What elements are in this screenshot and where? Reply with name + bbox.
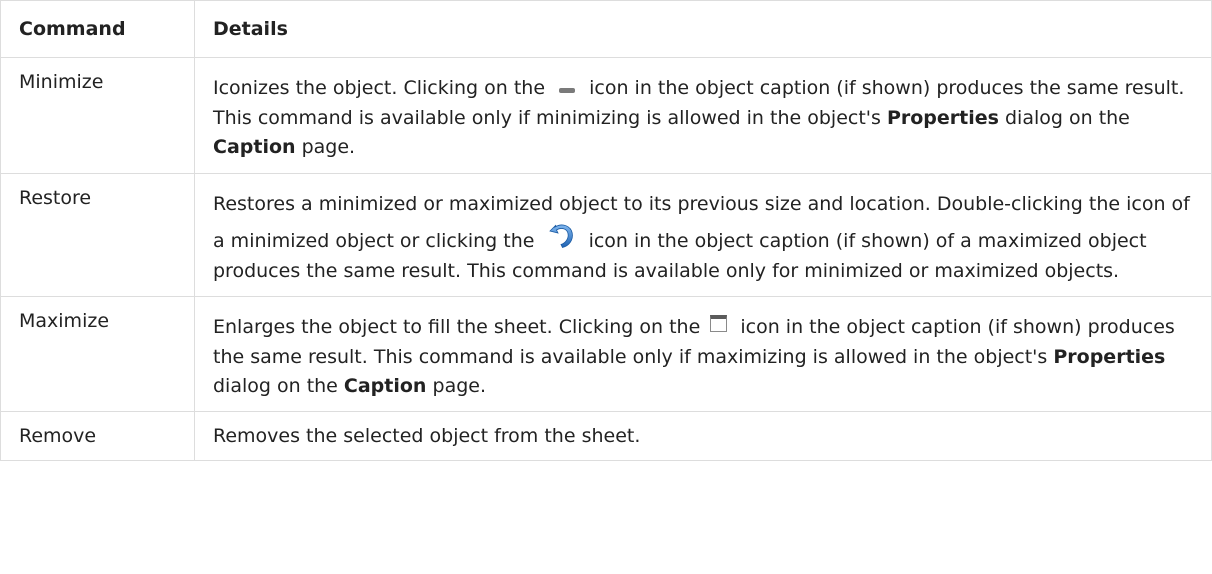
table-row: Remove Removes the selected object from …: [0, 411, 1212, 461]
maximize-icon: [710, 315, 730, 335]
restore-icon: [547, 219, 577, 249]
table-header-row: Command Details: [0, 0, 1212, 59]
details-text: dialog on the: [1005, 106, 1130, 129]
details-text: Iconizes the object. Clicking on the: [213, 77, 546, 100]
details-remove: Removes the selected object from the she…: [194, 411, 1212, 461]
command-table: Command Details Minimize Iconizes the ob…: [0, 0, 1212, 461]
details-restore: Restores a minimized or maximized object…: [194, 172, 1212, 298]
command-remove: Remove: [0, 411, 195, 461]
details-maximize: Enlarges the object to fill the sheet. C…: [194, 296, 1212, 413]
details-text: dialog on the: [213, 374, 338, 397]
table-row: Maximize Enlarges the object to fill the…: [0, 296, 1212, 413]
properties-label: Properties: [886, 106, 999, 129]
table-row: Restore Restores a minimized or maximize…: [0, 172, 1212, 298]
command-maximize: Maximize: [0, 296, 195, 413]
restore-icon-svg: [548, 224, 573, 249]
details-minimize: Iconizes the object. Clicking on the ico…: [194, 57, 1212, 174]
details-text: page.: [301, 136, 356, 159]
caption-label: Caption: [213, 136, 296, 159]
caption-label: Caption: [343, 374, 427, 397]
header-command: Command: [0, 0, 195, 59]
table-row: Minimize Iconizes the object. Clicking o…: [0, 57, 1212, 174]
header-details: Details: [194, 0, 1212, 59]
details-text: page.: [432, 374, 487, 397]
details-text: Enlarges the object to fill the sheet. C…: [213, 316, 701, 339]
command-minimize: Minimize: [0, 57, 195, 174]
command-restore: Restore: [0, 172, 195, 298]
minimize-icon: [555, 79, 579, 99]
properties-label: Properties: [1053, 345, 1166, 368]
